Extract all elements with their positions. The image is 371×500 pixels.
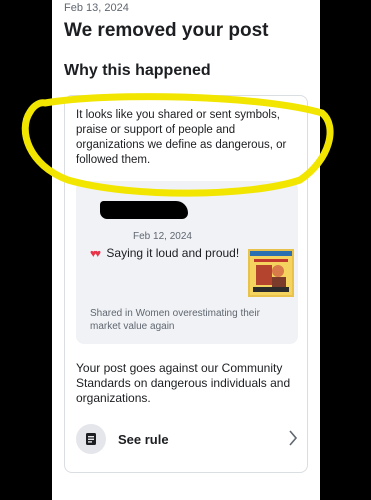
reason-card: It looks like you shared or sent symbols… xyxy=(64,95,308,473)
page-title: We removed your post xyxy=(64,20,269,41)
community-standards-text: Your post goes against our Community Sta… xyxy=(76,361,291,405)
post-caption: Saying it loud and proud! xyxy=(106,246,240,260)
post-date: Feb 12, 2024 xyxy=(133,231,192,242)
heart-emoji-icon: ♥♥ xyxy=(90,248,101,260)
rule-book-icon xyxy=(76,424,106,454)
explanation-text: It looks like you shared or sent symbols… xyxy=(76,109,287,166)
chevron-right-icon xyxy=(289,430,298,446)
notice-date: Feb 13, 2024 xyxy=(64,2,129,14)
shared-in-group-text: Shared in Women overestimating their mar… xyxy=(90,308,260,332)
redacted-author xyxy=(100,201,188,219)
post-thumbnail[interactable] xyxy=(248,249,294,297)
see-rule-button[interactable]: See rule xyxy=(76,423,298,455)
see-rule-label: See rule xyxy=(118,431,169,447)
notification-screen: Feb 13, 2024 We removed your post Why th… xyxy=(52,0,320,500)
section-title: Why this happened xyxy=(64,62,211,79)
removed-post-preview[interactable]: Feb 12, 2024 ♥♥ Saying it loud and proud… xyxy=(76,181,298,344)
post-text: ♥♥ Saying it loud and proud! xyxy=(90,245,240,262)
